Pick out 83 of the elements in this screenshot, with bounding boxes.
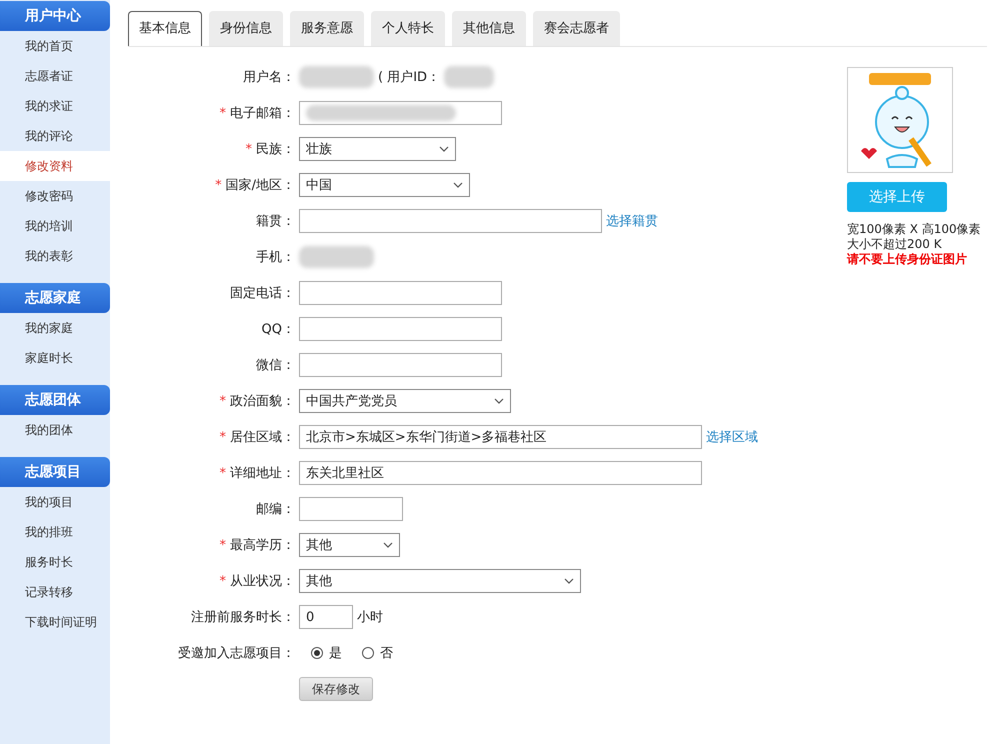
upload-warning: 请不要上传身份证图片	[847, 252, 968, 267]
radio-button[interactable]	[311, 647, 323, 659]
sidebar-section-header: 用户中心	[0, 1, 110, 31]
required-mark: *	[220, 430, 226, 444]
input-field[interactable]: 北京市>东城区>东华门街道>多福巷社区	[299, 425, 702, 449]
field-label: 居住区域：	[230, 429, 295, 446]
sidebar-item[interactable]: 我的培训	[0, 211, 110, 241]
field-label: 民族：	[256, 141, 295, 158]
tab[interactable]: 身份信息	[209, 11, 283, 46]
input-field[interactable]	[299, 317, 502, 341]
upload-hint: 宽100像素 X 高100像素	[847, 222, 982, 237]
field-label: 固定电话：	[230, 285, 295, 302]
field-label: 从业状况：	[230, 573, 295, 590]
sidebar-item[interactable]: 志愿者证	[0, 61, 110, 91]
input-field[interactable]: 0	[299, 605, 353, 629]
chevron-down-icon	[494, 398, 504, 404]
chevron-down-icon	[383, 542, 393, 548]
sidebar-item[interactable]: 服务时长	[0, 547, 110, 577]
select-field[interactable]: 壮族	[299, 137, 456, 161]
sidebar-item[interactable]: 修改资料	[0, 151, 110, 181]
select-link[interactable]: 选择区域	[706, 428, 758, 446]
tab[interactable]: 基本信息	[128, 11, 202, 46]
required-mark: *	[215, 178, 222, 192]
sidebar-item[interactable]: 修改密码	[0, 181, 110, 211]
field-label: 籍贯：	[256, 213, 295, 230]
field-label: 用户名：	[243, 69, 295, 86]
tab[interactable]: 服务意愿	[290, 11, 364, 46]
required-mark: *	[220, 466, 226, 480]
chevron-down-icon	[564, 578, 574, 584]
input-field[interactable]	[299, 209, 602, 233]
input-field[interactable]	[299, 101, 502, 125]
field-label: QQ：	[262, 321, 295, 338]
chevron-down-icon	[453, 182, 463, 188]
required-mark: *	[220, 574, 226, 588]
input-field[interactable]	[299, 353, 502, 377]
chevron-down-icon	[439, 146, 449, 152]
upload-hint: 大小不超过200 K	[847, 237, 943, 252]
sidebar-item[interactable]: 我的评论	[0, 121, 110, 151]
tab[interactable]: 赛会志愿者	[533, 11, 620, 46]
field-label: 手机：	[256, 249, 295, 266]
field-label: 国家/地区：	[226, 177, 295, 194]
sidebar-item[interactable]: 下载时间证明	[0, 607, 110, 637]
unit-label: 小时	[357, 609, 383, 626]
sidebar-item[interactable]: 我的首页	[0, 31, 110, 61]
field-label: 邮编：	[256, 501, 295, 518]
tab[interactable]: 个人特长	[371, 11, 445, 46]
sidebar-item[interactable]: 记录转移	[0, 577, 110, 607]
sidebar-item[interactable]: 我的项目	[0, 487, 110, 517]
field-label: 政治面貌：	[230, 393, 295, 410]
sidebar-item[interactable]: 我的求证	[0, 91, 110, 121]
sidebar-item[interactable]: 我的团体	[0, 415, 110, 445]
input-field[interactable]: 东关北里社区	[299, 461, 702, 485]
field-label: 电子邮箱：	[230, 105, 295, 122]
sidebar-item[interactable]: 我的表彰	[0, 241, 110, 271]
field-label: 微信：	[256, 357, 295, 374]
required-mark: *	[220, 538, 226, 552]
field-label: 详细地址：	[230, 465, 295, 482]
select-link[interactable]: 选择籍贯	[606, 212, 658, 230]
field-label: 受邀加入志愿项目：	[178, 645, 295, 662]
sidebar-section-header: 志愿团体	[0, 385, 110, 415]
required-mark: *	[220, 394, 226, 408]
input-field[interactable]	[299, 497, 403, 521]
select-field[interactable]: 中国	[299, 173, 470, 197]
sidebar-section-header: 志愿家庭	[0, 283, 110, 313]
user-id-label: ( 用户ID：	[378, 69, 440, 86]
field-label: 最高学历：	[230, 537, 295, 554]
radio-label: 否	[380, 645, 393, 662]
sidebar-item[interactable]: 我的排班	[0, 517, 110, 547]
input-field[interactable]	[299, 281, 502, 305]
radio-button[interactable]	[362, 647, 374, 659]
blurred-block	[444, 66, 494, 88]
save-button[interactable]: 保存修改	[299, 677, 373, 701]
field-label: 注册前服务时长：	[191, 609, 295, 626]
select-field[interactable]: 中国共产党党员	[299, 389, 511, 413]
select-field[interactable]: 其他	[299, 569, 581, 593]
required-mark: *	[246, 142, 252, 156]
tab[interactable]: 其他信息	[452, 11, 526, 46]
select-field[interactable]: 其他	[299, 533, 400, 557]
radio-label: 是	[329, 645, 342, 662]
sidebar-section-header: 志愿项目	[0, 457, 110, 487]
sidebar-item[interactable]: 家庭时长	[0, 343, 110, 373]
required-mark: *	[220, 106, 226, 120]
sidebar-item[interactable]: 我的家庭	[0, 313, 110, 343]
